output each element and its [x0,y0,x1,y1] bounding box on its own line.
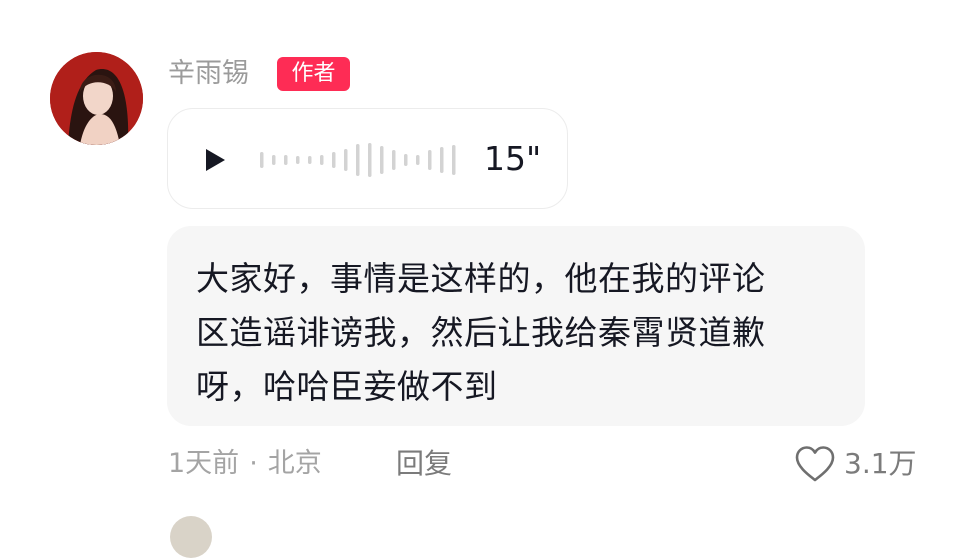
comment-meta: 1天前 · 北京 [168,444,322,484]
like-button[interactable]: 3.1万 [794,443,917,485]
meta-separator: · [249,448,258,479]
username[interactable]: 辛雨锡 [168,56,249,92]
comment-text-bubble: 大家好，事情是这样的，他在我的评论 区造谣诽谤我，然后让我给秦霄贤道歉 呀，哈哈… [167,226,865,426]
comment-text-line: 大家好，事情是这样的，他在我的评论 [196,259,766,298]
play-icon[interactable] [204,148,226,172]
next-comment-avatar[interactable] [170,516,212,558]
waveform-icon [260,143,456,177]
comment-text-line: 呀，哈哈臣妾做不到 [196,367,498,406]
heart-icon[interactable] [794,445,836,483]
reply-button[interactable]: 回复 [396,444,452,484]
timestamp: 1天前 [168,448,240,479]
comment-text: 大家好，事情是这样的，他在我的评论 区造谣诽谤我，然后让我给秦霄贤道歉 呀，哈哈… [196,252,837,414]
author-badge: 作者 [277,57,350,91]
like-count: 3.1万 [844,447,917,480]
voice-duration: 15" [484,139,542,178]
comment-text-line: 区造谣诽谤我，然后让我给秦霄贤道歉 [196,313,766,352]
avatar-image [50,52,143,145]
location: 北京 [267,448,322,479]
voice-message[interactable]: 15" [167,108,568,209]
avatar[interactable] [50,52,143,145]
